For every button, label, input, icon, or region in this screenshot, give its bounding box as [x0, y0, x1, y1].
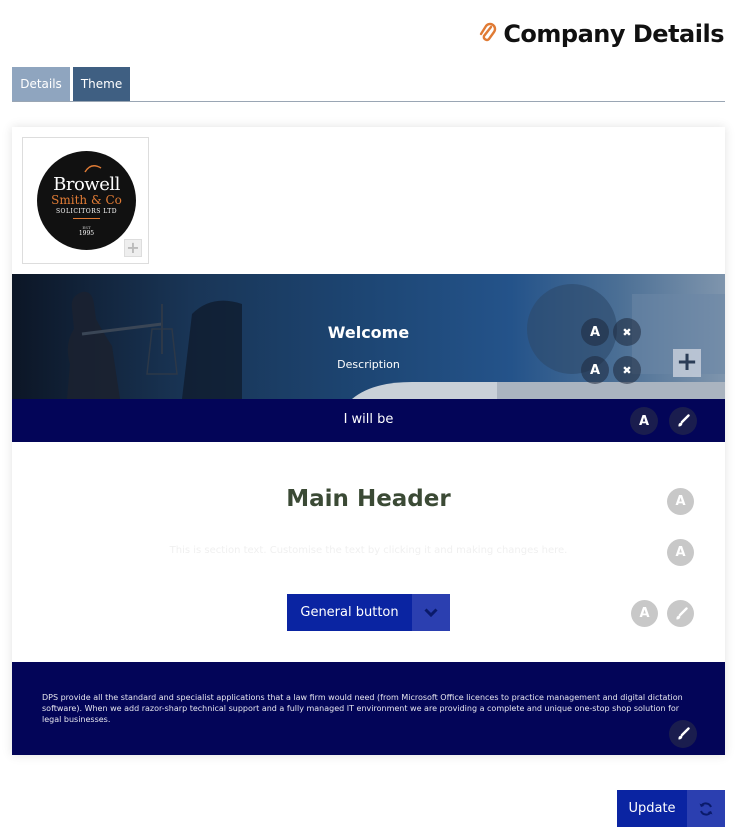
update-button[interactable]: Update [617, 790, 687, 827]
tagline-text[interactable]: I will be [12, 412, 725, 427]
add-logo-icon[interactable]: + [124, 239, 142, 257]
section-text-font-button[interactable]: A [667, 539, 694, 566]
paperclip-icon [480, 22, 497, 42]
chevron-down-icon [424, 608, 438, 617]
refresh-button[interactable] [687, 790, 725, 827]
button-color-button[interactable] [667, 600, 694, 627]
tagline-color-button[interactable] [669, 407, 697, 435]
footer-color-button[interactable] [669, 720, 697, 748]
section-text[interactable]: This is section text. Customise the text… [12, 545, 725, 556]
banner[interactable]: Welcome Description A ✖ A ✖ + [12, 274, 725, 399]
logo-line-2: Smith & Co [51, 193, 122, 207]
description-remove-button[interactable]: ✖ [613, 356, 641, 384]
title-font-button[interactable]: A [581, 318, 609, 346]
company-logo[interactable]: Browell Smith & Co SOLICITORS LTD EST 19… [22, 137, 149, 264]
paintbrush-icon [678, 727, 690, 740]
refresh-icon [699, 801, 713, 816]
footer-section[interactable]: DPS provide all the standard and special… [12, 662, 725, 755]
button-font-button[interactable]: A [631, 600, 658, 627]
general-button-label[interactable]: General button [287, 594, 412, 631]
tagline-bar[interactable]: I will be A [12, 399, 725, 442]
general-button-dropdown[interactable] [412, 594, 450, 631]
footer-text[interactable]: DPS provide all the standard and special… [42, 692, 695, 725]
tagline-font-button[interactable]: A [630, 407, 658, 435]
tab-bar: Details Theme [12, 67, 725, 102]
logo-divider [73, 218, 100, 219]
add-banner-image-icon[interactable]: + [673, 349, 701, 377]
paintbrush-icon [678, 414, 690, 427]
tab-details[interactable]: Details [12, 67, 70, 101]
logo-image: Browell Smith & Co SOLICITORS LTD EST 19… [37, 151, 136, 250]
logo-line-3: SOLICITORS LTD [55, 208, 118, 215]
description-font-button[interactable]: A [581, 356, 609, 384]
logo-line-5: 1995 [78, 230, 95, 237]
general-button[interactable]: General button [287, 594, 450, 631]
main-header[interactable]: Main Header [12, 486, 725, 512]
title-remove-button[interactable]: ✖ [613, 318, 641, 346]
update-button-group: Update [617, 790, 725, 827]
paintbrush-icon [675, 606, 688, 619]
tab-theme[interactable]: Theme [73, 67, 130, 101]
logo-swoosh-icon [84, 165, 102, 173]
header-font-button[interactable]: A [667, 488, 694, 515]
preview-card: Browell Smith & Co SOLICITORS LTD EST 19… [12, 127, 725, 755]
page-title: Company Details [479, 20, 724, 48]
logo-line-1: Browell [53, 174, 120, 195]
page-title-text: Company Details [503, 20, 724, 48]
